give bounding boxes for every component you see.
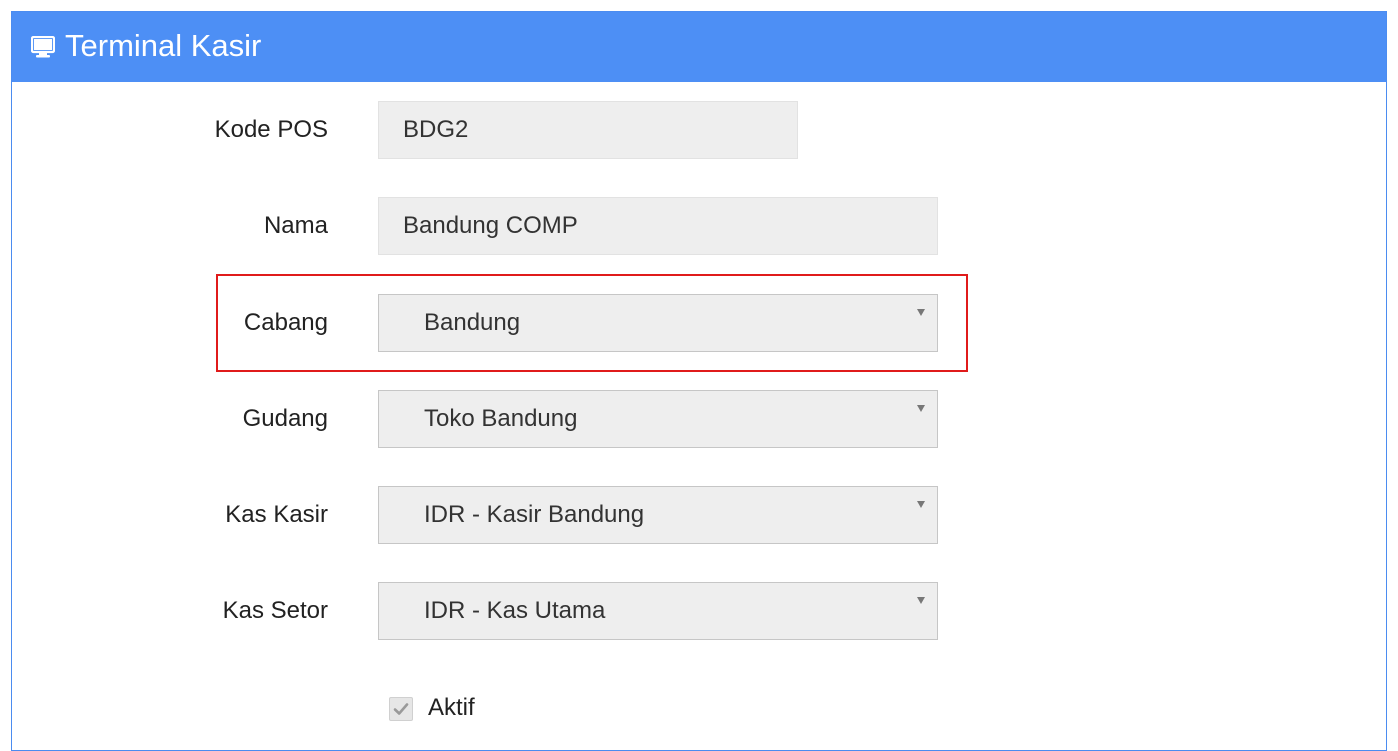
checkmark-icon bbox=[393, 703, 409, 715]
kas-setor-label: Kas Setor bbox=[222, 597, 328, 624]
monitor-icon bbox=[31, 36, 55, 58]
nama-field[interactable]: Bandung COMP bbox=[378, 197, 938, 255]
panel-header: Terminal Kasir bbox=[12, 12, 1386, 82]
nama-label: Nama bbox=[263, 212, 328, 239]
chevron-down-icon bbox=[917, 501, 925, 508]
cabang-highlight-box bbox=[216, 274, 968, 372]
kode-pos-value: BDG2 bbox=[403, 116, 469, 143]
gudang-label: Gudang bbox=[242, 405, 328, 432]
gudang-selected-value: Toko Bandung bbox=[424, 405, 578, 432]
kode-pos-field[interactable]: BDG2 bbox=[378, 101, 798, 159]
nama-value: Bandung COMP bbox=[403, 212, 578, 239]
kas-kasir-selected-value: IDR - Kasir Bandung bbox=[424, 501, 645, 528]
kas-kasir-select[interactable]: IDR - Kasir Bandung bbox=[378, 486, 938, 544]
gudang-select[interactable]: Toko Bandung bbox=[378, 390, 938, 448]
chevron-down-icon bbox=[917, 597, 925, 604]
kas-kasir-label: Kas Kasir bbox=[225, 501, 328, 528]
terminal-kasir-panel: Terminal Kasir Kode POS BDG2 Nama Bandun… bbox=[11, 11, 1387, 751]
chevron-down-icon bbox=[917, 405, 925, 412]
kode-pos-label: Kode POS bbox=[214, 116, 328, 143]
aktif-checkbox[interactable] bbox=[389, 697, 413, 721]
panel-title: Terminal Kasir bbox=[65, 28, 262, 63]
kas-setor-selected-value: IDR - Kas Utama bbox=[424, 597, 606, 624]
kas-setor-select[interactable]: IDR - Kas Utama bbox=[378, 582, 938, 640]
aktif-label: Aktif bbox=[428, 694, 475, 721]
